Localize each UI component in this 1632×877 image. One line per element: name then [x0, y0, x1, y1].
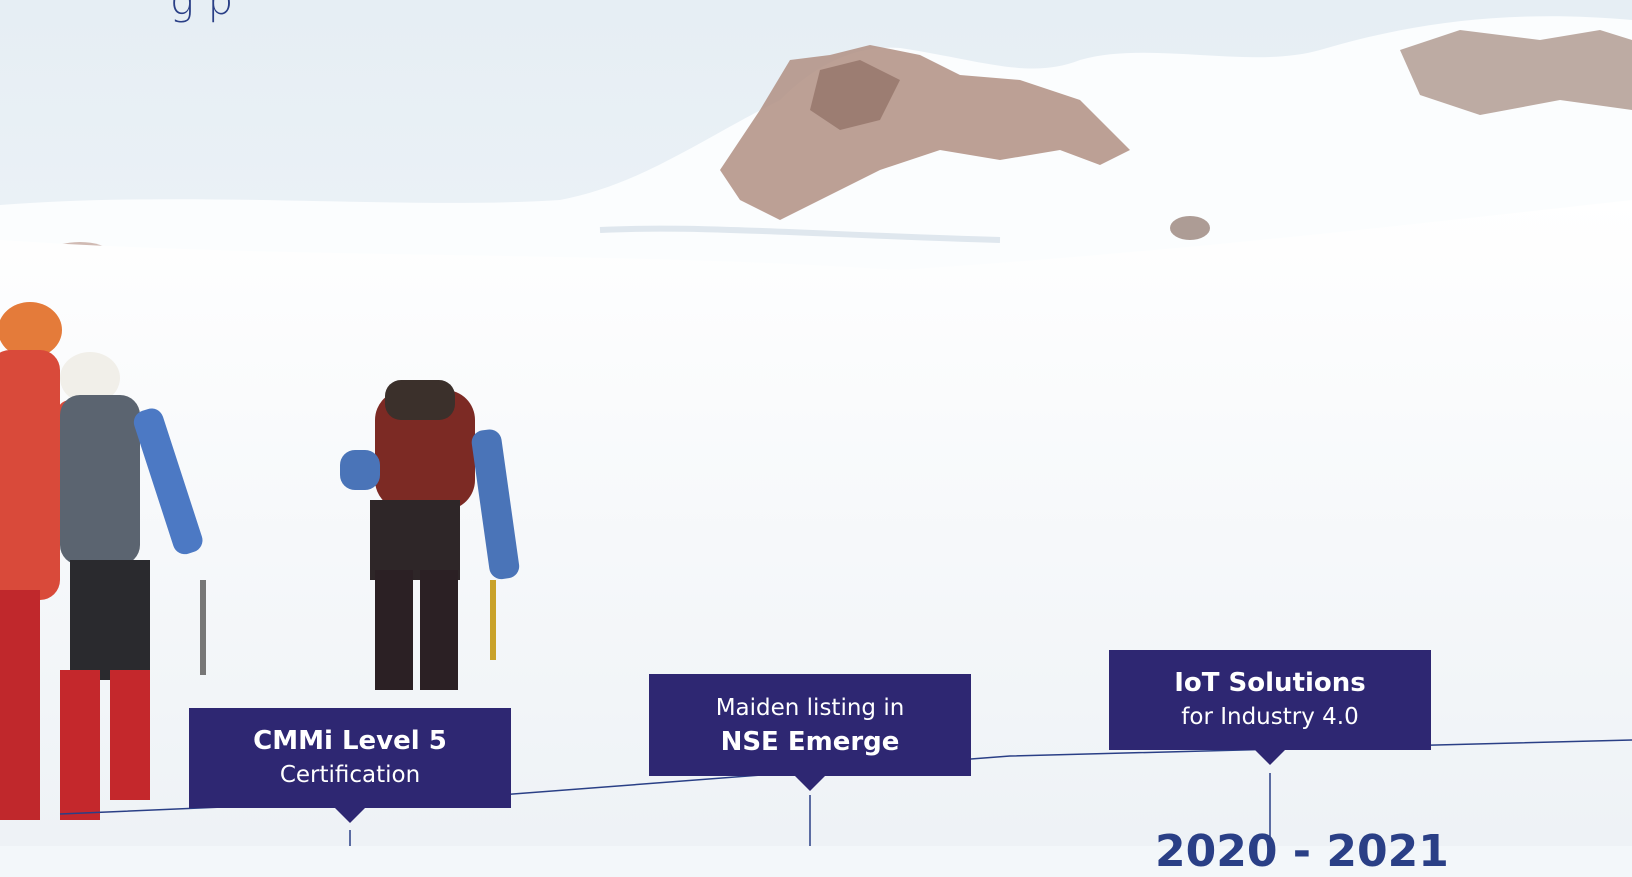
milestone-cmmi-callout: CMMi Level 5 Certification — [189, 708, 511, 823]
milestone-title: CMMi Level 5 — [253, 726, 447, 756]
milestone-title: IoT Solutions — [1174, 668, 1366, 698]
milestone-nse-callout: Maiden listing in NSE Emerge — [649, 674, 971, 791]
milestone-title: NSE Emerge — [720, 727, 900, 757]
milestone-subtitle: Certification — [279, 762, 421, 788]
milestone-subtitle: Maiden listing in — [715, 695, 905, 721]
milestone-subtitle: for Industry 4.0 — [1181, 704, 1359, 730]
section-heading: g p — [170, 0, 234, 24]
timeline-year: 2020 - 2021 — [1155, 826, 1449, 877]
milestone-iot-callout: IoT Solutions for Industry 4.0 — [1109, 650, 1431, 765]
